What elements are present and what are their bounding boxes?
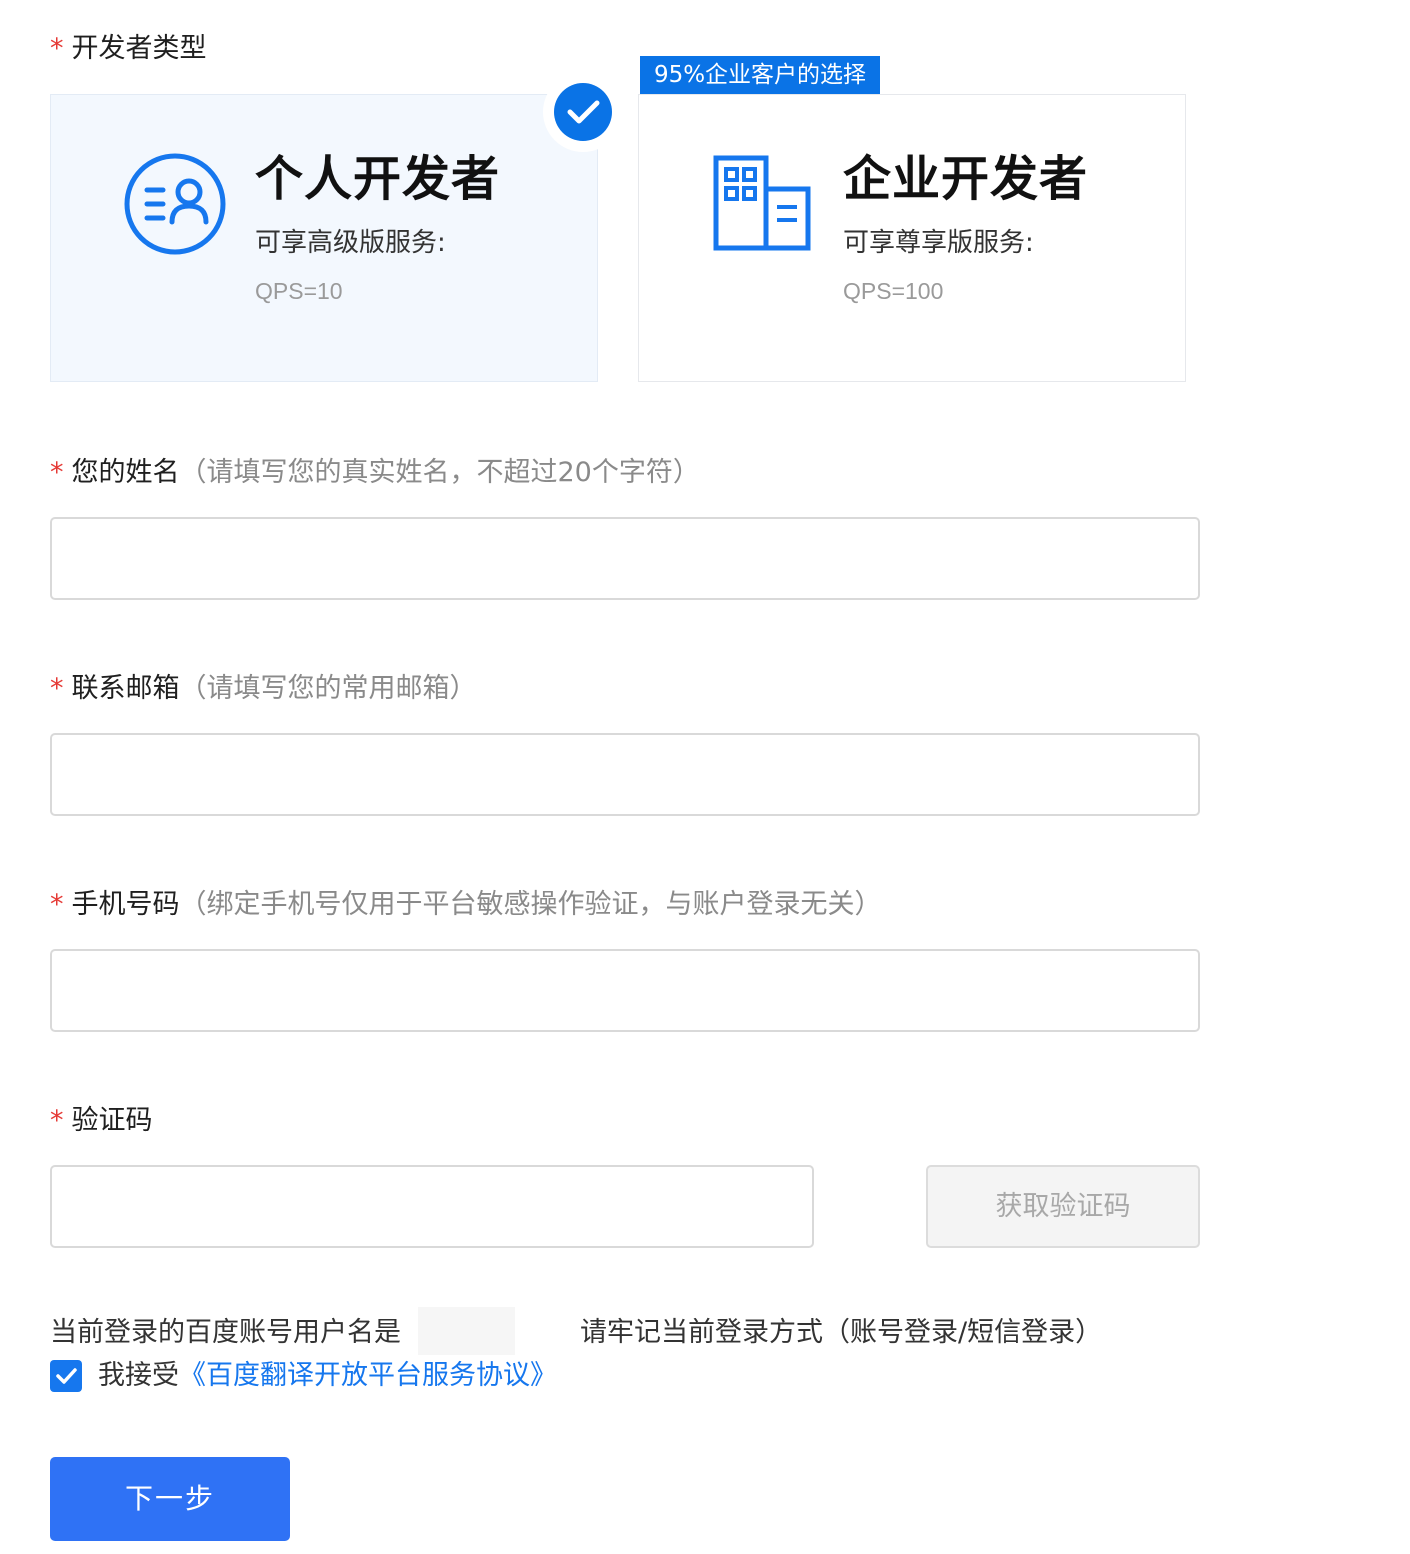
login-method-notice: 请牢记当前登录方式（账号登录/短信登录）: [580, 1317, 1103, 1348]
card-description: 可享尊享版服务:: [843, 228, 1034, 258]
checkmark-icon: [56, 1368, 77, 1384]
name-input[interactable]: [50, 517, 1200, 600]
selected-check-icon: [537, 72, 629, 154]
account-notice: 当前登录的百度账号用户名是: [50, 1317, 401, 1348]
email-label: * 联系邮箱（请填写您的常用邮箱）: [50, 673, 477, 704]
required-mark: *: [50, 889, 64, 920]
username-value: [418, 1307, 515, 1355]
enterprise-recommend-tag: 95%企业客户的选择: [640, 56, 880, 94]
phone-hint: （绑定手机号仅用于平台敏感操作验证，与账户登录无关）: [179, 889, 882, 920]
required-mark: *: [50, 1105, 64, 1136]
name-hint: （请填写您的真实姓名，不超过20个字符）: [179, 457, 700, 488]
phone-label: * 手机号码（绑定手机号仅用于平台敏感操作验证，与账户登录无关）: [50, 889, 882, 920]
agreement-text: 我接受《百度翻译开放平台服务协议》: [98, 1360, 557, 1391]
card-description: 可享高级版服务:: [255, 228, 446, 258]
email-input[interactable]: [50, 733, 1200, 816]
required-mark: *: [50, 673, 64, 704]
agreement-checkbox[interactable]: [50, 1360, 82, 1392]
required-mark: *: [50, 457, 64, 488]
card-qps: QPS=100: [843, 278, 944, 304]
phone-input[interactable]: [50, 949, 1200, 1032]
next-step-button[interactable]: 下一步: [50, 1457, 290, 1541]
card-title: 个人开发者: [255, 151, 501, 207]
card-title: 企业开发者: [843, 151, 1089, 207]
verification-code-input[interactable]: [50, 1165, 814, 1248]
email-hint: （请填写您的常用邮箱）: [179, 673, 477, 704]
card-enterprise-developer[interactable]: 企业开发者 可享尊享版服务: QPS=100: [638, 94, 1186, 382]
personal-user-icon: [123, 152, 227, 260]
get-code-button[interactable]: 获取验证码: [926, 1165, 1200, 1248]
card-qps: QPS=10: [255, 278, 343, 304]
required-mark: *: [50, 33, 64, 64]
developer-type-label: * 开发者类型: [50, 33, 207, 64]
code-label: * 验证码: [50, 1105, 153, 1136]
enterprise-building-icon: [713, 155, 811, 255]
agreement-link[interactable]: 《百度翻译开放平台服务协议》: [179, 1360, 557, 1391]
card-personal-developer[interactable]: 个人开发者 可享高级版服务: QPS=10: [50, 94, 598, 382]
name-label: * 您的姓名（请填写您的真实姓名，不超过20个字符）: [50, 457, 700, 488]
